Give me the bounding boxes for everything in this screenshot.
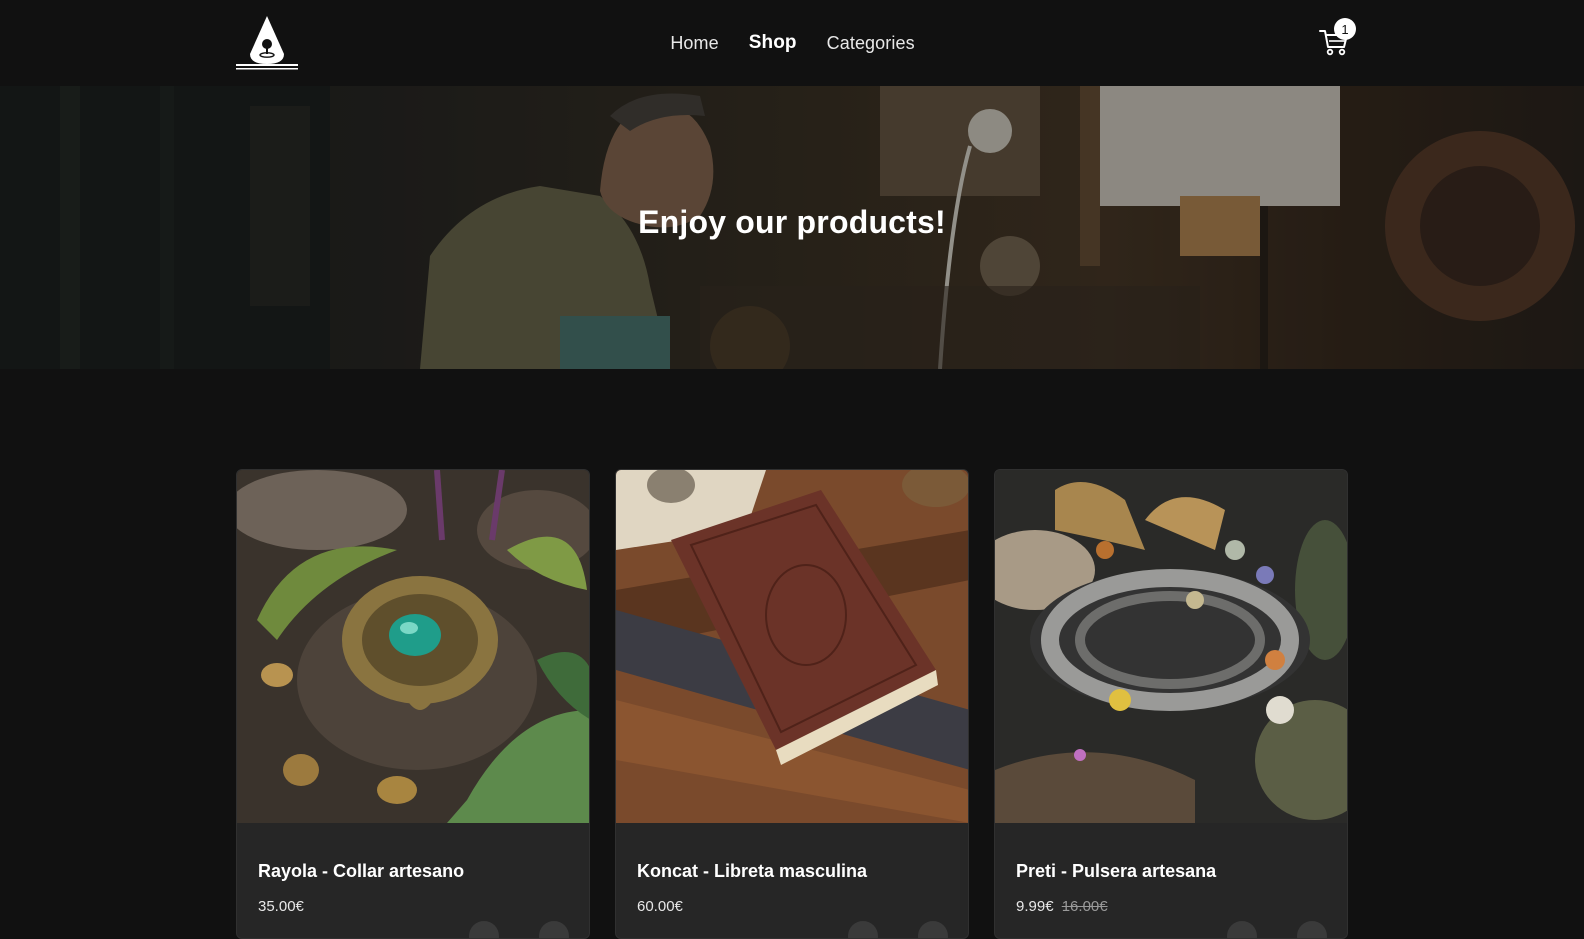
product-name[interactable]: Koncat - Libreta masculina: [637, 861, 947, 882]
product-card[interactable]: Rayola - Collar artesano 35.00€: [236, 469, 590, 939]
nav-link-home[interactable]: Home: [670, 33, 718, 54]
view-product-button[interactable]: [1227, 921, 1257, 938]
view-product-button[interactable]: [848, 921, 878, 938]
product-card[interactable]: Koncat - Libreta masculina 60.00€: [615, 469, 969, 939]
add-to-cart-button[interactable]: [918, 921, 948, 938]
add-to-cart-button[interactable]: [539, 921, 569, 938]
cart-count-badge: 1: [1334, 18, 1356, 40]
top-navbar: Home Shop Categories 1: [0, 0, 1584, 86]
view-product-button[interactable]: [469, 921, 499, 938]
product-image-bracelet[interactable]: [995, 470, 1347, 823]
product-image-notebook[interactable]: [616, 470, 968, 823]
product-old-price: 16.00€: [1061, 898, 1108, 915]
product-current-price: 60.00€: [637, 898, 683, 915]
add-to-cart-button[interactable]: [1297, 921, 1327, 938]
product-price: 35.00€: [258, 898, 568, 915]
product-image-necklace[interactable]: [237, 470, 589, 823]
hero-title: Enjoy our products!: [638, 204, 946, 240]
product-current-price: 9.99€: [1016, 898, 1054, 915]
product-current-price: 35.00€: [258, 898, 304, 915]
product-grid: Rayola - Collar artesano 35.00€ Koncat -…: [236, 469, 1349, 939]
product-price: 60.00€: [637, 898, 947, 915]
product-name[interactable]: Rayola - Collar artesano: [258, 861, 568, 882]
product-card[interactable]: Preti - Pulsera artesana 9.99€ 16.00€: [994, 469, 1348, 939]
cart-button[interactable]: 1: [1318, 18, 1358, 62]
nav-link-categories[interactable]: Categories: [827, 33, 915, 54]
product-actions: [848, 921, 948, 938]
nav-link-shop[interactable]: Shop: [749, 32, 797, 54]
product-actions: [469, 921, 569, 938]
product-price: 9.99€ 16.00€: [1016, 898, 1326, 915]
hero-banner: Enjoy our products!: [0, 86, 1584, 369]
product-actions: [1227, 921, 1327, 938]
product-name[interactable]: Preti - Pulsera artesana: [1016, 861, 1326, 882]
